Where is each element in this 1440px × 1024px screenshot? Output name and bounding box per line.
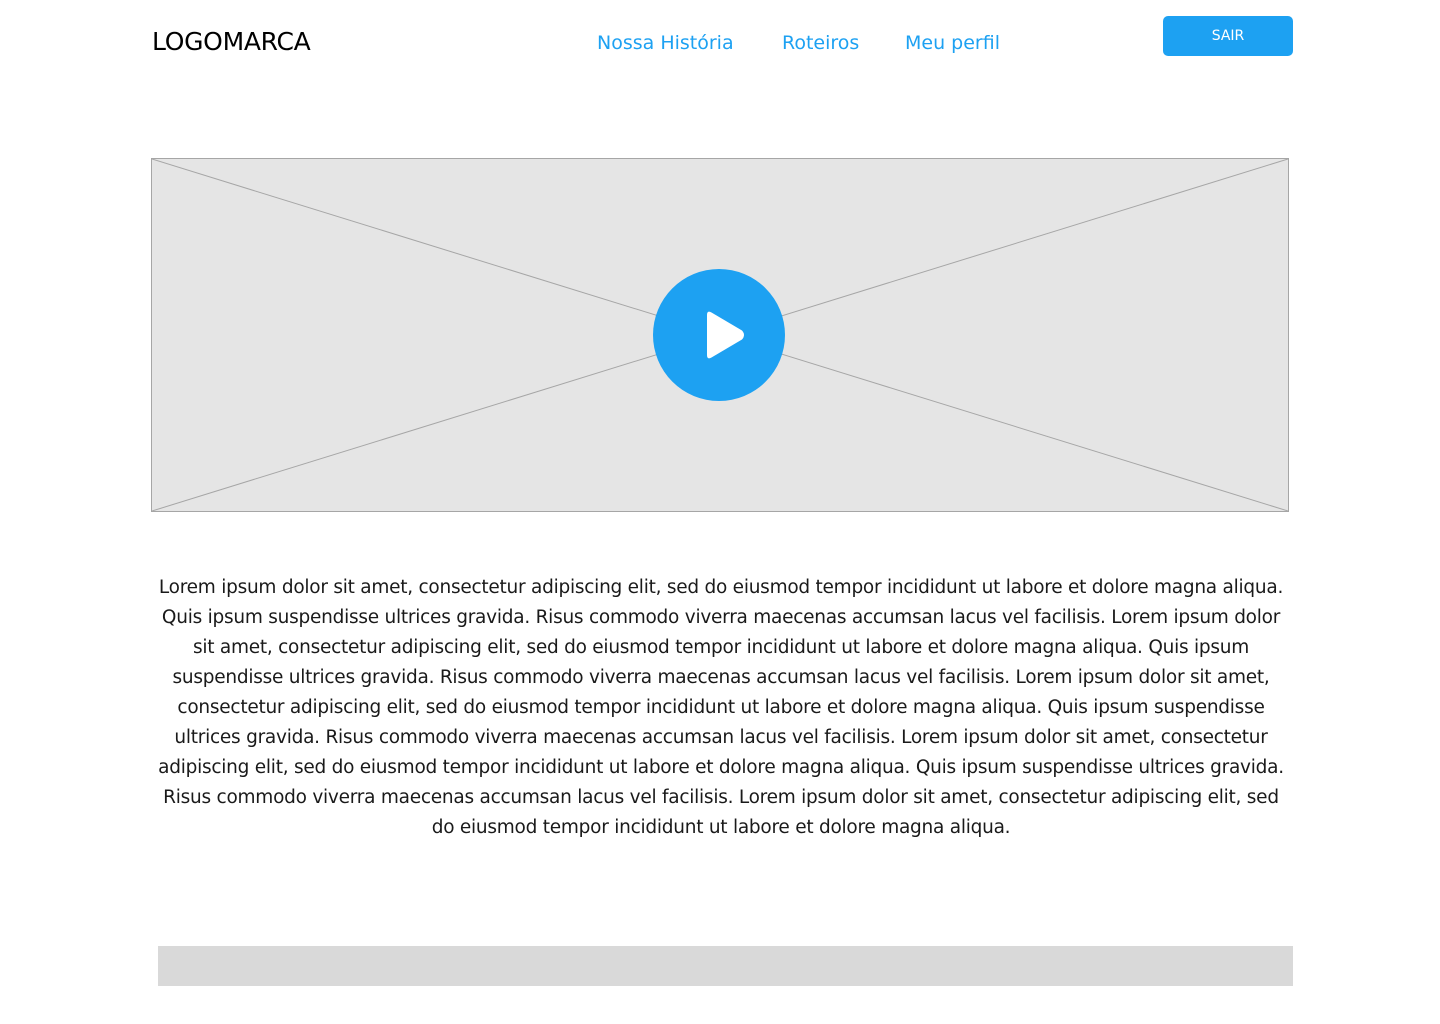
nav-link-roteiros[interactable]: Roteiros	[782, 31, 859, 55]
nav-link-meu-perfil[interactable]: Meu perfil	[905, 31, 1000, 55]
description-paragraph: Lorem ipsum dolor sit amet, consectetur …	[158, 577, 1284, 838]
page: LOGOMARCA Nossa História Roteiros Meu pe…	[0, 0, 1440, 1024]
play-button[interactable]	[653, 269, 785, 401]
nav-link-nossa-historia[interactable]: Nossa História	[597, 31, 734, 55]
play-icon	[653, 269, 785, 401]
logo[interactable]: LOGOMARCA	[152, 27, 311, 57]
exit-button[interactable]: SAIR	[1163, 16, 1293, 56]
footer-bar	[158, 946, 1293, 986]
video-player[interactable]	[151, 158, 1289, 512]
